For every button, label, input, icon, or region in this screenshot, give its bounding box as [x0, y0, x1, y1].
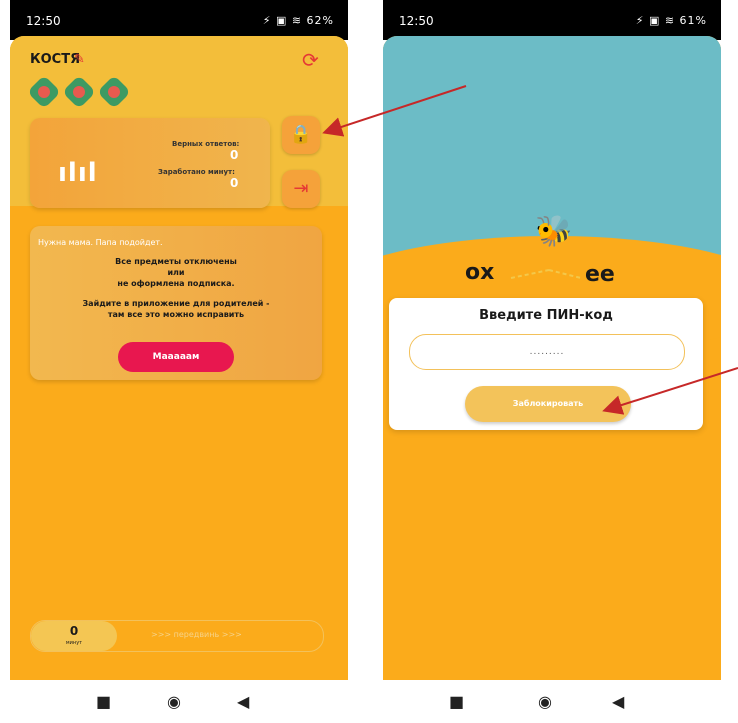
- arrow-to-lock-confirm: [602, 367, 738, 415]
- annotation-arrows: [322, 85, 738, 415]
- arrow-to-lock-button: [322, 85, 467, 137]
